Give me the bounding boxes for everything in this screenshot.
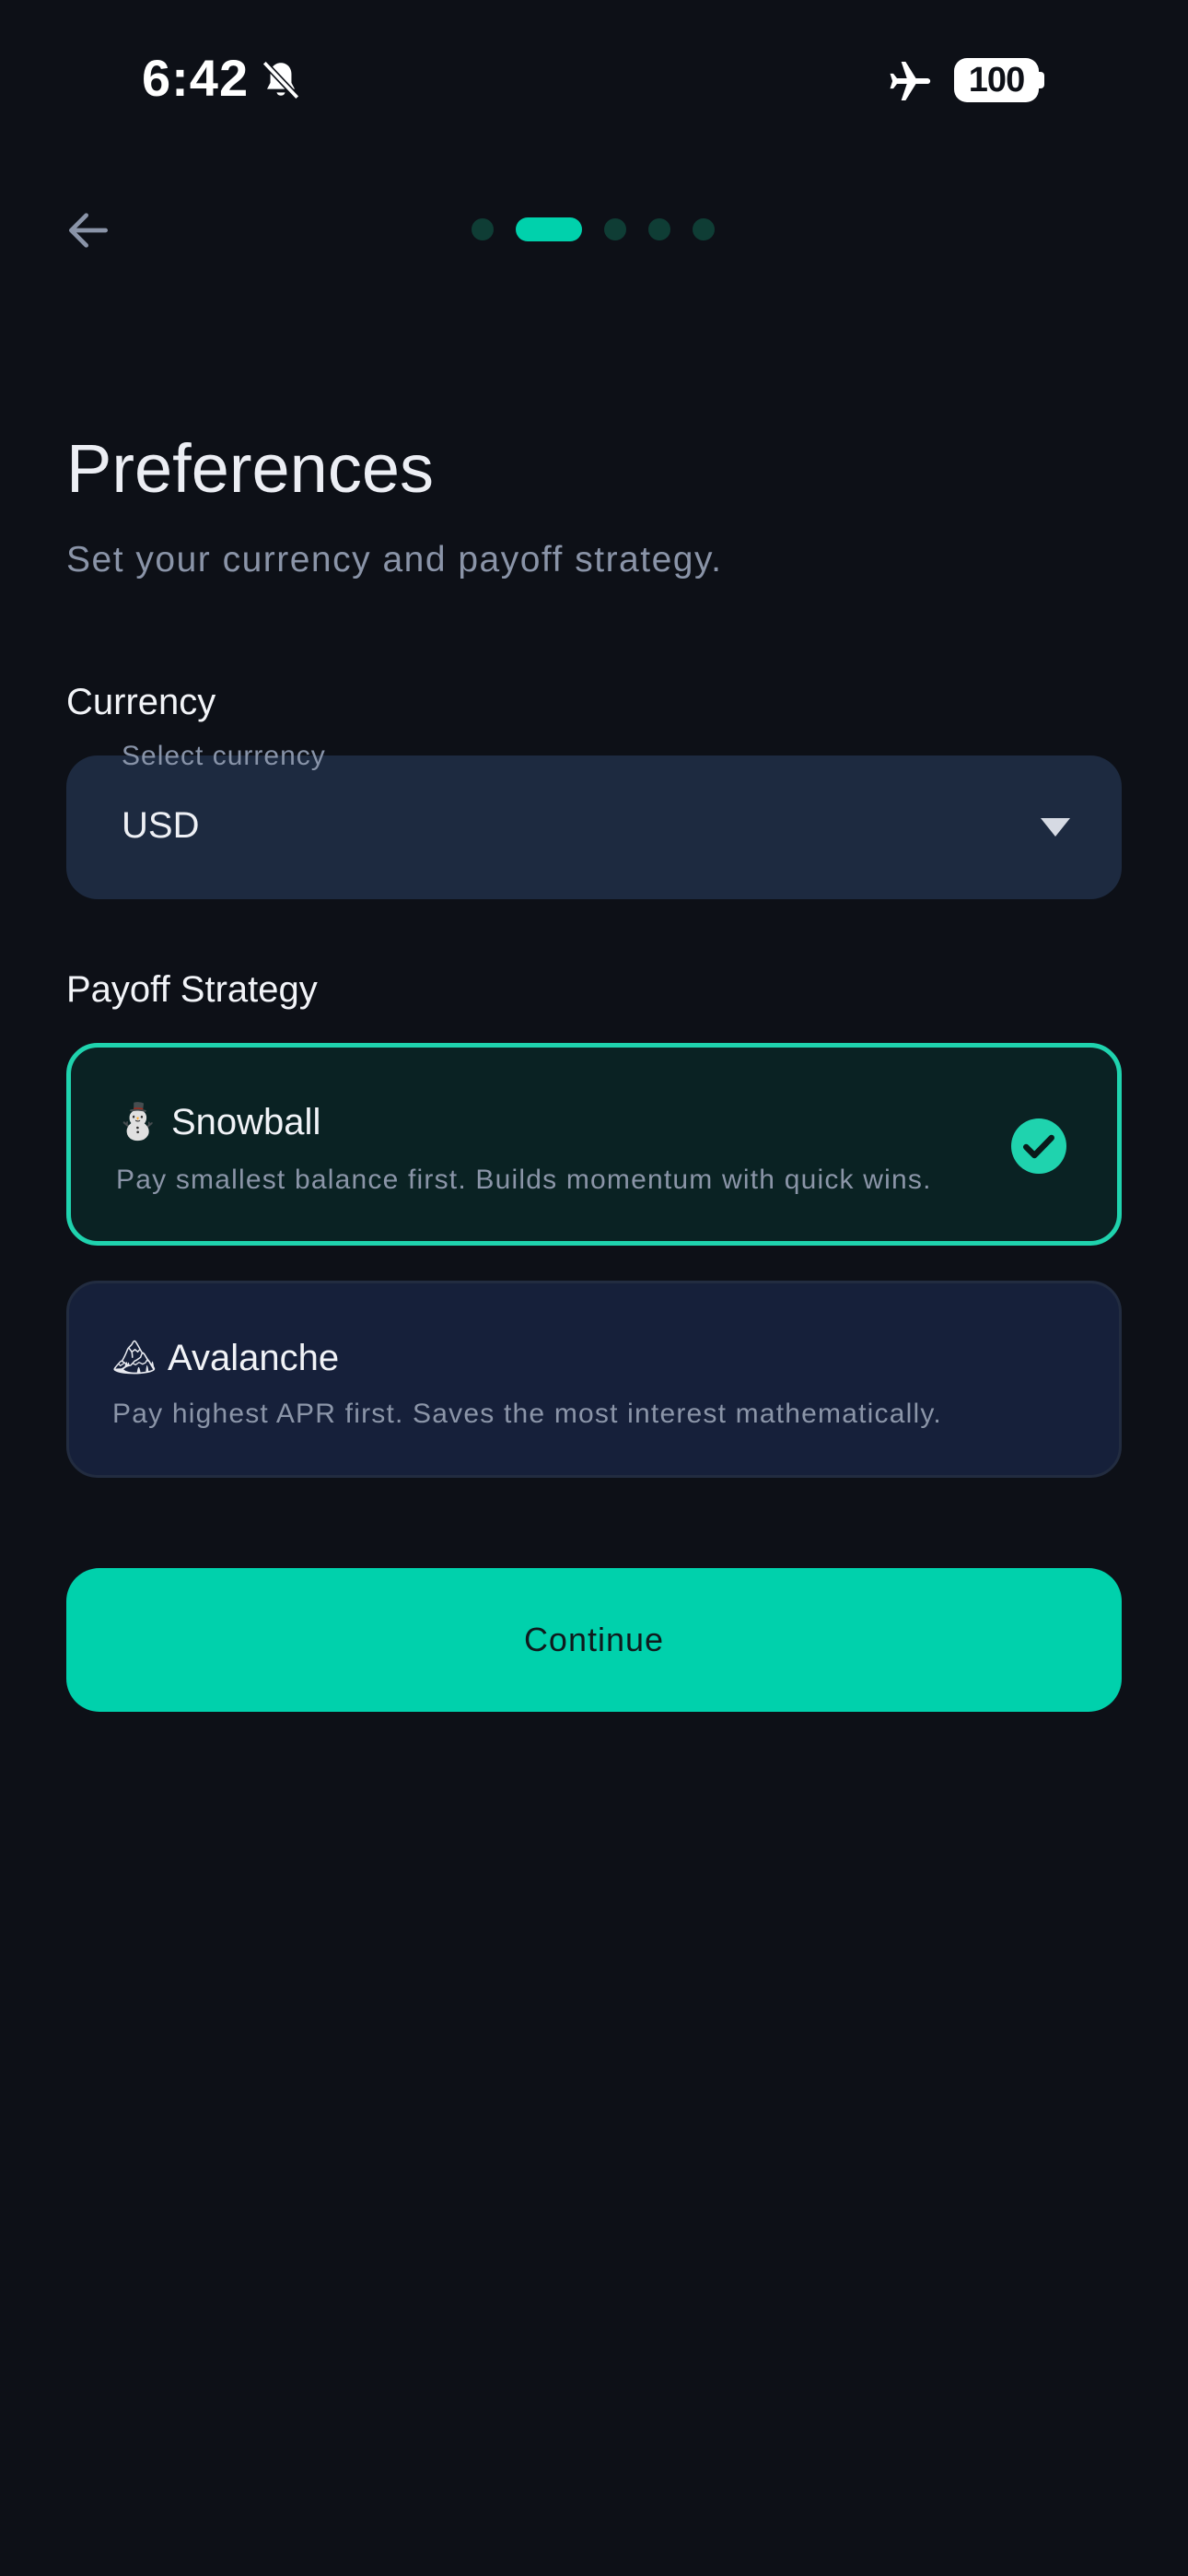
strategy-section-label: Payoff Strategy [66,969,318,1010]
back-arrow-icon[interactable] [63,205,114,256]
progress-dot-active [516,217,582,241]
progress-dot [693,218,715,240]
step-progress-indicator [472,217,715,241]
currency-section-label: Currency [66,682,216,722]
strategy-option-avalanche[interactable] [66,1281,1122,1478]
mountain-icon: 🏔 [112,1339,157,1377]
progress-dot [472,218,494,240]
airplane-mode-icon [890,62,931,100]
snowman-icon: ⛄ [116,1103,160,1142]
currency-select-value[interactable]: USD [122,805,199,847]
strategy-option-description: Pay highest APR first. Saves the most in… [112,1399,942,1429]
continue-button[interactable]: Continue [66,1568,1122,1712]
strategy-option-title: Avalanche [168,1338,340,1378]
page-subtitle: Set your currency and payoff strategy. [66,540,723,580]
bell-muted-icon [262,60,300,100]
dropdown-caret-icon[interactable] [1041,818,1070,837]
currency-select[interactable] [66,755,1122,899]
page-title: Preferences [66,430,434,507]
strategy-option-title: Snowball [171,1102,321,1142]
status-time: 6:42 [142,49,250,107]
strategy-option-description: Pay smallest balance first. Builds momen… [116,1165,932,1195]
battery-indicator: 100 [954,58,1039,102]
strategy-option-snowball[interactable] [66,1043,1122,1246]
battery-tip [1039,72,1044,88]
currency-select-label: Select currency [122,741,326,771]
progress-dot [648,218,670,240]
progress-dot [604,218,626,240]
selected-check-icon [1011,1118,1066,1174]
preferences-screen: 6:42 100 Preferences Set your currency a… [0,0,1188,2576]
